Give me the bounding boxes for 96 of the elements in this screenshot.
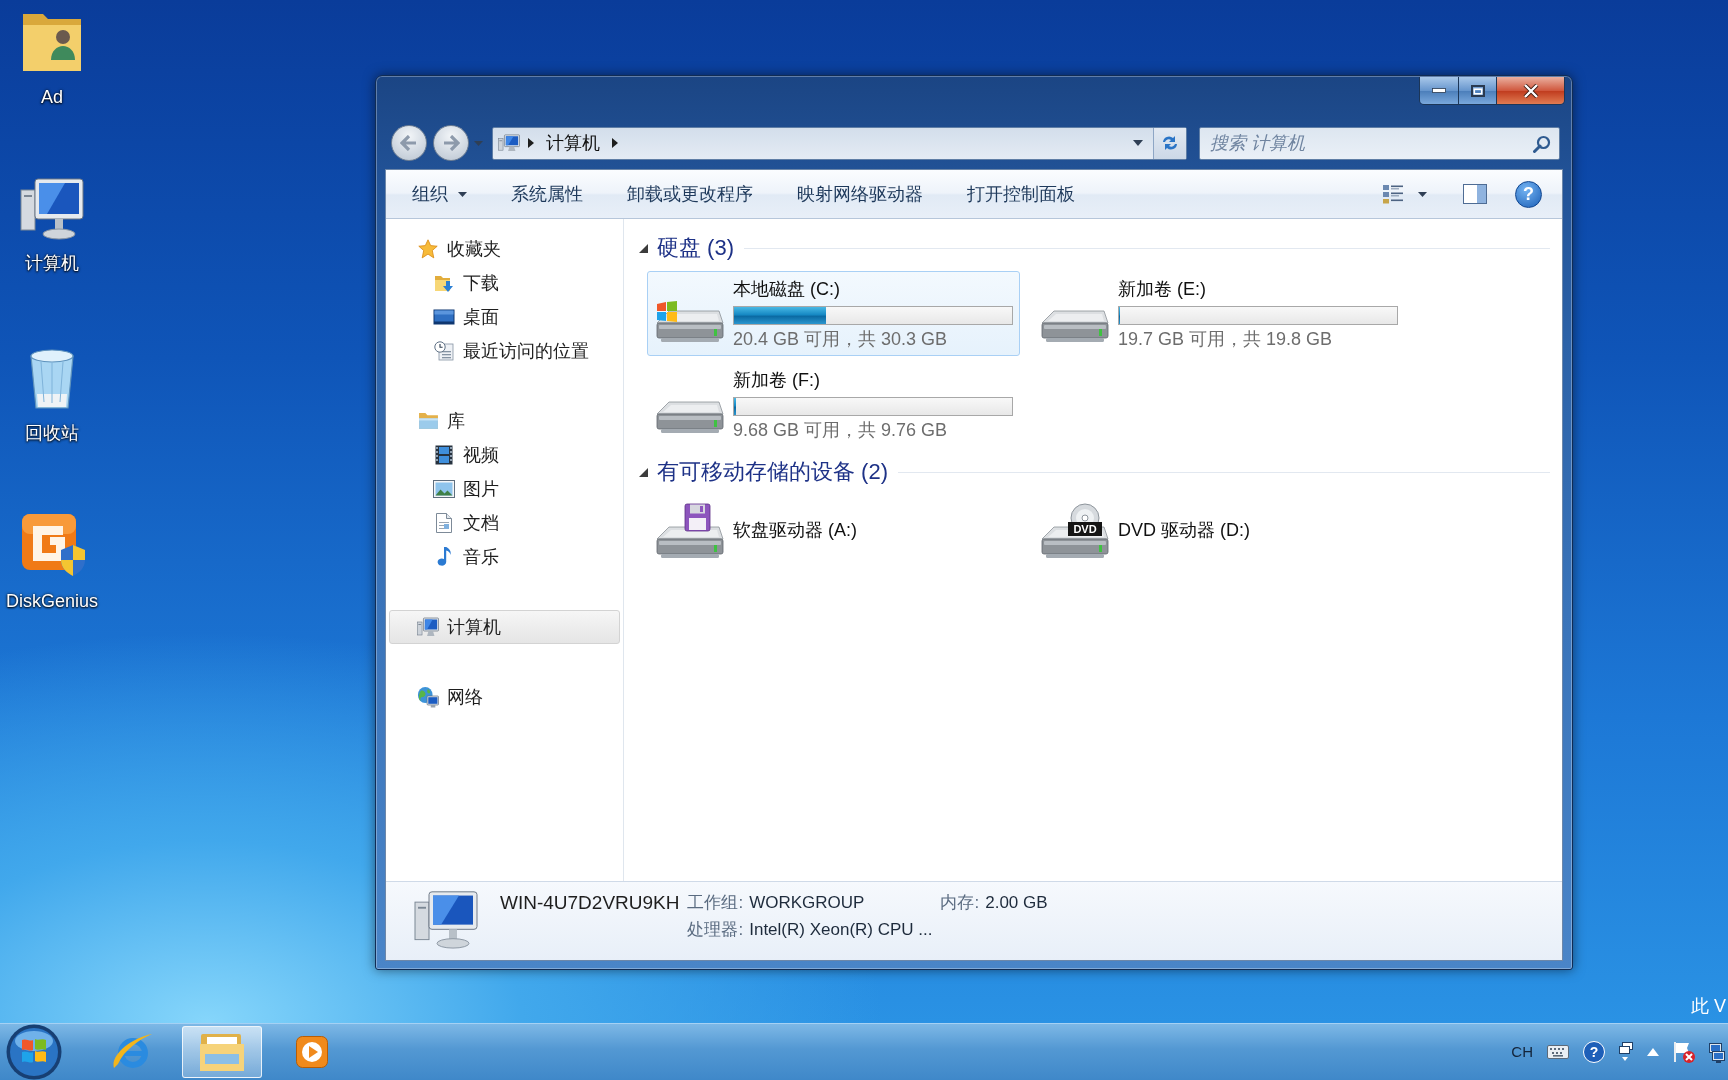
disc-label: DVD: [1068, 522, 1102, 536]
breadcrumb-arrow-icon[interactable]: [528, 138, 534, 148]
sidebar-item[interactable]: 收藏夹: [389, 232, 620, 266]
desktop-icon-label[interactable]: 回收站: [25, 422, 79, 444]
desktop-icon-label[interactable]: Ad: [41, 86, 63, 108]
close-icon: [1522, 83, 1539, 98]
field-value: WORKGROUP: [749, 892, 865, 914]
field-label: 内存:: [940, 892, 980, 914]
star-icon: [418, 239, 438, 259]
toolbar-button[interactable]: 映射网络驱动器: [785, 176, 935, 212]
maximize-button[interactable]: [1458, 77, 1496, 104]
field-value: 2.00 GB: [985, 892, 1048, 914]
sidebar-item[interactable]: 音乐: [389, 540, 620, 574]
caret-icon[interactable]: [1418, 191, 1427, 197]
system-drive-icon: [656, 299, 724, 343]
collapse-arrow-icon[interactable]: [639, 467, 648, 477]
sidebar-item[interactable]: 计算机: [389, 610, 620, 644]
minimize-icon: [1432, 88, 1446, 93]
floppy-drive-icon: [656, 503, 724, 559]
film-icon: [435, 445, 453, 465]
refresh-button[interactable]: [1153, 127, 1186, 159]
drive-tile[interactable]: 新加卷 (E:) 19.7 GB 可用，共 19.8 GB: [1032, 271, 1405, 356]
computer-icon: [498, 134, 520, 152]
drive-name: 本地磁盘 (C:): [733, 277, 841, 300]
drive-space-text: 20.4 GB 可用，共 30.3 GB: [733, 327, 949, 350]
app-icon[interactable]: [19, 512, 85, 578]
maximize-icon: [1470, 84, 1485, 97]
sidebar-item[interactable]: 文档: [389, 506, 620, 540]
desktop-icon-label[interactable]: 计算机: [25, 252, 79, 274]
forward-arrow-icon: [442, 135, 460, 151]
help-button[interactable]: ?: [1583, 1041, 1605, 1063]
download-folder-icon: [434, 273, 454, 293]
show-hidden-icons-icon[interactable]: [1647, 1048, 1659, 1056]
sidebar-item[interactable]: 库: [389, 404, 620, 438]
view-options-icon[interactable]: [1382, 184, 1404, 204]
address-bar[interactable]: 计算机: [492, 126, 1187, 160]
breadcrumb-item[interactable]: 计算机: [542, 131, 604, 155]
caret-icon: [458, 191, 467, 197]
sidebar-item[interactable]: 图片: [389, 472, 620, 506]
network-icon[interactable]: [1709, 1041, 1725, 1063]
library-folder-icon: [417, 412, 439, 430]
computer-icon: [413, 889, 479, 949]
drive-space-text: 19.7 GB 可用，共 19.8 GB: [1118, 327, 1334, 350]
drive-name: 新加卷 (F:): [733, 368, 821, 391]
desktop-corner-text: 此 V: [1691, 995, 1726, 1017]
sidebar-item[interactable]: 下载: [389, 266, 620, 300]
toolbar-button[interactable]: 打开控制面板: [955, 176, 1087, 212]
search-field[interactable]: 搜索 计算机: [1199, 126, 1560, 160]
desktop-icon-label[interactable]: DiskGenius: [6, 590, 98, 612]
music-note-icon: [436, 546, 452, 568]
recent-places-icon: [434, 341, 454, 361]
start-button[interactable]: [6, 1024, 62, 1080]
computer-icon[interactable]: [19, 176, 85, 240]
breadcrumb-arrow-icon[interactable]: [612, 138, 618, 148]
back-arrow-icon: [400, 135, 418, 151]
group-header[interactable]: 有可移动存储的设备 (2): [657, 457, 888, 487]
picture-icon: [433, 480, 455, 498]
network-icon: [417, 686, 439, 708]
close-button[interactable]: [1496, 77, 1564, 104]
drive-name: 新加卷 (E:): [1118, 277, 1207, 300]
document-icon: [436, 513, 452, 533]
refresh-icon: [1160, 134, 1180, 152]
flag-icon[interactable]: [1673, 1041, 1695, 1063]
language-indicator[interactable]: CH: [1511, 1042, 1533, 1062]
field-label: 工作组:: [687, 892, 744, 914]
desktop-icon: [433, 309, 455, 325]
drive-name: 软盘驱动器 (A:): [733, 519, 857, 541]
toolbar-button[interactable]: 组织: [400, 176, 479, 212]
toolbar-button[interactable]: 系统属性: [499, 176, 595, 212]
collapse-arrow-icon[interactable]: [639, 243, 648, 253]
field-value: Intel(R) Xeon(R) CPU ...: [749, 919, 933, 941]
minimize-button[interactable]: [1420, 77, 1458, 104]
drive-name: DVD 驱动器 (D:): [1118, 519, 1250, 541]
media-player-icon: [296, 1036, 328, 1068]
hard-drive-icon: [1041, 309, 1109, 343]
drive-space-text: 9.68 GB 可用，共 9.76 GB: [733, 418, 949, 441]
toolbar-button[interactable]: 卸载或更改程序: [615, 176, 765, 212]
keyboard-icon[interactable]: [1547, 1045, 1569, 1059]
sidebar-item[interactable]: 桌面: [389, 300, 620, 334]
hard-drive-icon: [656, 400, 724, 434]
sidebar-item[interactable]: 最近访问的位置: [389, 334, 620, 368]
sidebar-item[interactable]: 网络: [389, 680, 620, 714]
drive-tile[interactable]: DVD DVD 驱动器 (D:): [1032, 495, 1405, 565]
dropdown-caret-icon[interactable]: [1133, 140, 1143, 146]
preview-pane-icon[interactable]: [1463, 184, 1487, 204]
drive-tile[interactable]: 新加卷 (F:) 9.68 GB 可用，共 9.76 GB: [647, 362, 1020, 447]
group-header[interactable]: 硬盘 (3): [657, 233, 734, 263]
folder-icon: [199, 1032, 245, 1072]
window-icon[interactable]: [1619, 1042, 1633, 1062]
sidebar-item[interactable]: 视频: [389, 438, 620, 472]
field-label: 处理器:: [687, 919, 744, 941]
computer-name: WIN-4U7D2VRU9KH: [500, 892, 680, 915]
drive-tile[interactable]: 软盘驱动器 (A:): [647, 495, 1020, 565]
search-icon[interactable]: [1533, 134, 1551, 153]
computer-icon: [417, 617, 439, 637]
drive-tile[interactable]: 本地磁盘 (C:) 20.4 GB 可用，共 30.3 GB: [647, 271, 1020, 356]
